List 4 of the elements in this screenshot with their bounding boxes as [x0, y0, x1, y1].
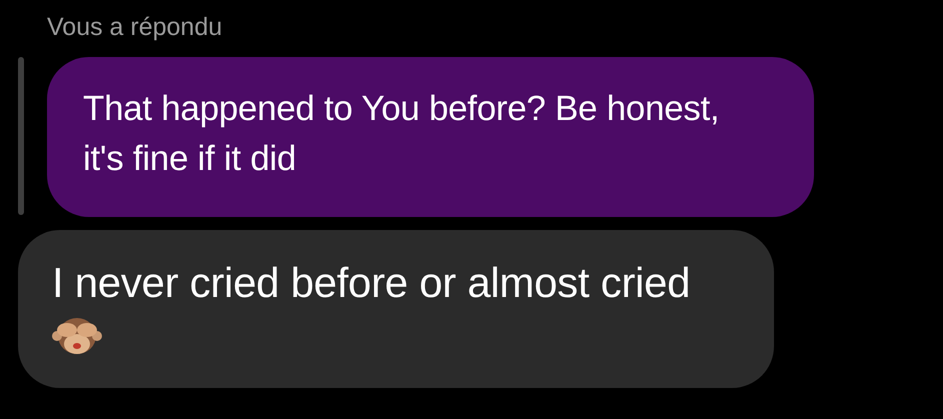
message-text: I never cried before or almost cried [52, 258, 690, 308]
reply-label: Vous a répondu [47, 12, 224, 43]
message-text: it's fine if it did [83, 138, 298, 180]
message-text: That happened to You before? Be honest, [83, 88, 720, 130]
